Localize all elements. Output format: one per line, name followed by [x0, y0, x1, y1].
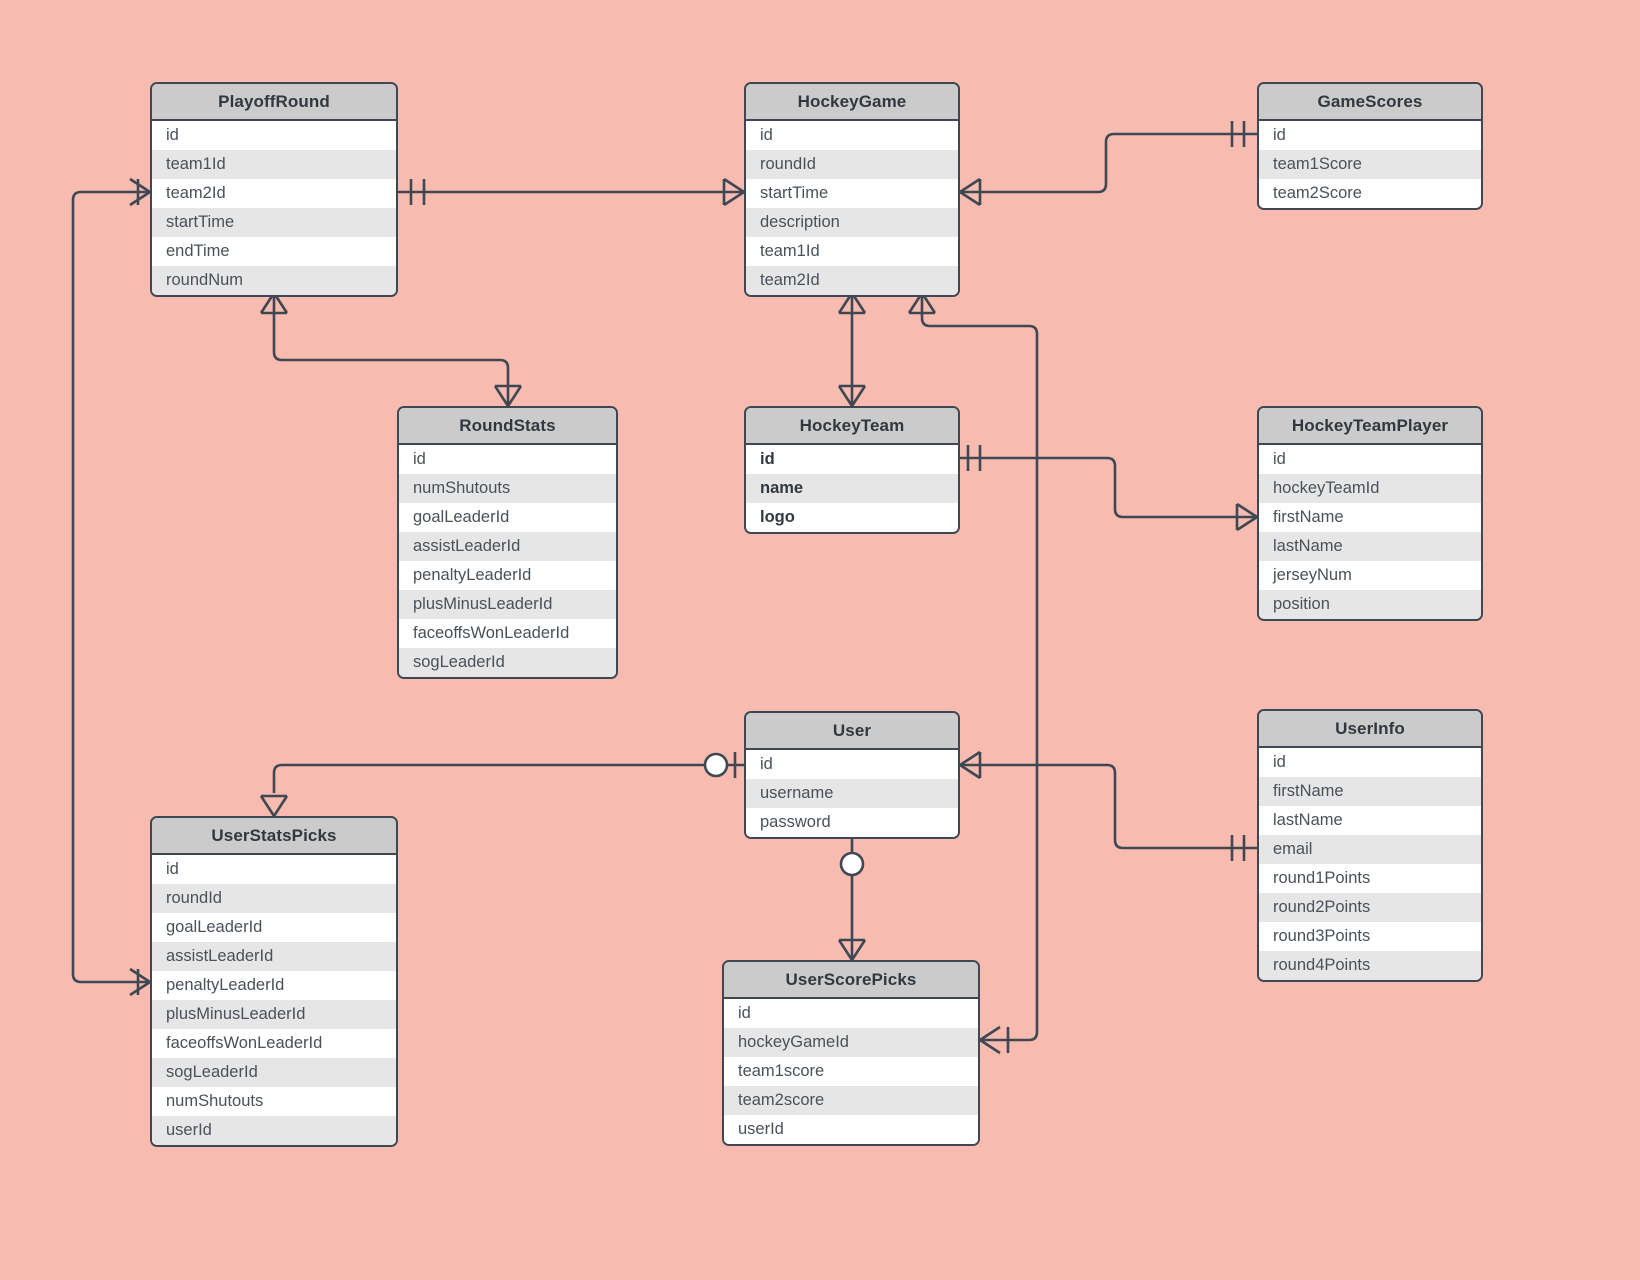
- attribute-row: goalLeaderId: [152, 913, 396, 942]
- er-diagram-canvas: PlayoffRound id team1Id team2Id startTime end…: [0, 0, 1640, 1280]
- attribute-row: faceoffsWonLeaderId: [399, 619, 616, 648]
- entity-roundstats[interactable]: RoundStats id numShutouts goalLeaderId assis…: [397, 406, 618, 679]
- attribute-row: round4Points: [1259, 951, 1481, 980]
- attribute-row: firstName: [1259, 777, 1481, 806]
- attribute-row: password: [746, 808, 958, 837]
- entity-hockeyteamplayer[interactable]: HockeyTeamPlayer id hockeyTeamId firstName l…: [1257, 406, 1483, 621]
- attribute-row: assistLeaderId: [399, 532, 616, 561]
- connector-hockeygame-hockeyteam: [837, 292, 867, 407]
- attribute-row: team1Score: [1259, 150, 1481, 179]
- attribute-row: id: [1259, 445, 1481, 474]
- connector-hockeygame-gamescores: [959, 121, 1257, 207]
- attribute-row: email: [1259, 835, 1481, 864]
- attribute-row: startTime: [152, 208, 396, 237]
- attribute-row: id: [724, 999, 978, 1028]
- attribute-row: plusMinusLeaderId: [399, 590, 616, 619]
- attribute-row: id: [746, 121, 958, 150]
- entity-title-hockeyteamplayer: HockeyTeamPlayer: [1259, 408, 1481, 445]
- attribute-row: lastName: [1259, 806, 1481, 835]
- entity-gamescores[interactable]: GameScores id team1Score team2Score: [1257, 82, 1483, 210]
- attribute-row: plusMinusLeaderId: [152, 1000, 396, 1029]
- attribute-row: startTime: [746, 179, 958, 208]
- attribute-row: round3Points: [1259, 922, 1481, 951]
- attribute-row: sogLeaderId: [152, 1058, 396, 1087]
- connector-user-userinfo: [959, 750, 1257, 861]
- connector-playoffround-hockeygame: [398, 177, 745, 207]
- attribute-row: goalLeaderId: [399, 503, 616, 532]
- entity-title-gamescores: GameScores: [1259, 84, 1481, 121]
- attribute-row: userId: [724, 1115, 978, 1144]
- attribute-row: penaltyLeaderId: [152, 971, 396, 1000]
- entity-title-userscorepicks: UserScorePicks: [724, 962, 978, 999]
- entity-title-playoffround: PlayoffRound: [152, 84, 396, 121]
- attribute-row: roundId: [746, 150, 958, 179]
- attribute-row: numShutouts: [152, 1087, 396, 1116]
- attribute-row: team1Id: [152, 150, 396, 179]
- attribute-row: numShutouts: [399, 474, 616, 503]
- attribute-row: id: [1259, 121, 1481, 150]
- entity-title-roundstats: RoundStats: [399, 408, 616, 445]
- entity-title-userstatspicks: UserStatsPicks: [152, 818, 396, 855]
- attribute-row: lastName: [1259, 532, 1481, 561]
- entity-userinfo[interactable]: UserInfo id firstName lastName email round1Po…: [1257, 709, 1483, 982]
- connector-user-userscorepicks: [837, 835, 867, 961]
- entity-title-userinfo: UserInfo: [1259, 711, 1481, 748]
- attribute-row: id: [152, 121, 396, 150]
- attribute-row: id: [399, 445, 616, 474]
- attribute-row: jerseyNum: [1259, 561, 1481, 590]
- entity-hockeyteam[interactable]: HockeyTeam id name logo: [744, 406, 960, 534]
- attribute-row: round1Points: [1259, 864, 1481, 893]
- connector-playoffround-roundstats: [259, 292, 523, 407]
- attribute-row: hockeyGameId: [724, 1028, 978, 1057]
- connector-playoffround-userstatspicks: [71, 177, 151, 997]
- attribute-row: team1score: [724, 1057, 978, 1086]
- entity-title-hockeygame: HockeyGame: [746, 84, 958, 121]
- entity-userscorepicks[interactable]: UserScorePicks id hockeyGameId team1score te…: [722, 960, 980, 1146]
- attribute-row: penaltyLeaderId: [399, 561, 616, 590]
- attribute-row: team2score: [724, 1086, 978, 1115]
- attribute-row: team2Id: [746, 266, 958, 295]
- entity-title-user: User: [746, 713, 958, 750]
- attribute-row: description: [746, 208, 958, 237]
- attribute-row: faceoffsWonLeaderId: [152, 1029, 396, 1058]
- attribute-row: team1Id: [746, 237, 958, 266]
- attribute-row: username: [746, 779, 958, 808]
- connector-hockeyteam-hockeyteamplayer: [960, 445, 1258, 532]
- attribute-row: sogLeaderId: [399, 648, 616, 677]
- entity-userstatspicks[interactable]: UserStatsPicks id roundId goalLeaderId assis…: [150, 816, 398, 1147]
- attribute-row: roundNum: [152, 266, 396, 295]
- attribute-row: position: [1259, 590, 1481, 619]
- attribute-row: name: [746, 474, 958, 503]
- attribute-row: userId: [152, 1116, 396, 1145]
- attribute-row: team2Id: [152, 179, 396, 208]
- attribute-row: firstName: [1259, 503, 1481, 532]
- attribute-row: roundId: [152, 884, 396, 913]
- entity-playoffround[interactable]: PlayoffRound id team1Id team2Id startTime end…: [150, 82, 398, 297]
- attribute-row: id: [746, 445, 958, 474]
- entity-hockeygame[interactable]: HockeyGame id roundId startTime description t…: [744, 82, 960, 297]
- attribute-row: assistLeaderId: [152, 942, 396, 971]
- entity-title-hockeyteam: HockeyTeam: [746, 408, 958, 445]
- attribute-row: id: [152, 855, 396, 884]
- attribute-row: id: [1259, 748, 1481, 777]
- attribute-row: team2Score: [1259, 179, 1481, 208]
- attribute-row: hockeyTeamId: [1259, 474, 1481, 503]
- attribute-row: id: [746, 750, 958, 779]
- attribute-row: round2Points: [1259, 893, 1481, 922]
- entity-user[interactable]: User id username password: [744, 711, 960, 839]
- connector-userstatspicks-user: [259, 752, 744, 817]
- attribute-row: logo: [746, 503, 958, 532]
- attribute-row: endTime: [152, 237, 396, 266]
